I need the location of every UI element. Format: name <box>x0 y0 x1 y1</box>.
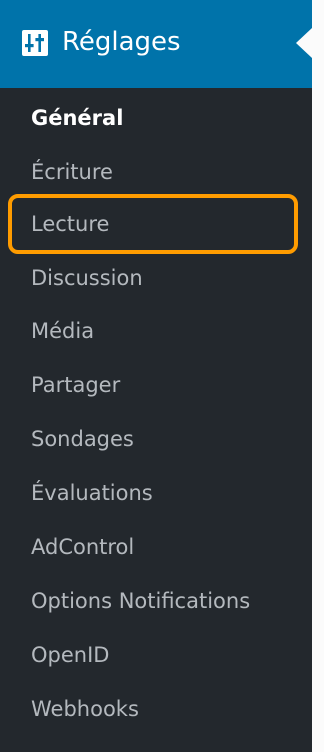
submenu-item-media[interactable]: Média <box>0 304 312 358</box>
submenu-item-discussion[interactable]: Discussion <box>0 251 312 305</box>
admin-sidebar-panel: Réglages Général Écriture Lecture Discus… <box>0 0 324 752</box>
submenu-item-webhooks[interactable]: Webhooks <box>0 682 312 736</box>
submenu-item-sharing[interactable]: Partager <box>0 358 312 412</box>
submenu-item-polls[interactable]: Sondages <box>0 412 312 466</box>
submenu-item-label: Lecture <box>31 212 110 236</box>
settings-sliders-icon <box>22 30 48 56</box>
submenu-item-label: Écriture <box>31 160 113 184</box>
settings-menu-header[interactable]: Réglages <box>0 0 312 88</box>
submenu-item-label: Général <box>31 106 124 130</box>
submenu-item-label: Discussion <box>31 266 143 290</box>
current-menu-arrow-icon <box>296 28 312 58</box>
submenu-item-label: Média <box>31 319 95 343</box>
submenu-item-writing[interactable]: Écriture <box>0 145 312 199</box>
submenu-item-label: Options Notifications <box>31 589 251 613</box>
submenu-item-openid[interactable]: OpenID <box>0 628 312 682</box>
submenu-item-general[interactable]: Général <box>0 91 312 145</box>
submenu-item-label: Sondages <box>31 427 134 451</box>
submenu-item-label: Partager <box>31 373 121 397</box>
submenu-item-notification-options[interactable]: Options Notifications <box>0 574 312 628</box>
submenu-item-label: OpenID <box>31 643 110 667</box>
submenu-item-label: Évaluations <box>31 481 153 505</box>
submenu-item-adcontrol[interactable]: AdControl <box>0 520 312 574</box>
settings-menu-title: Réglages <box>62 27 181 57</box>
submenu-item-ratings[interactable]: Évaluations <box>0 466 312 520</box>
submenu-item-label: Webhooks <box>31 697 139 721</box>
settings-submenu: Réglages Général Écriture Lecture Discus… <box>0 0 312 752</box>
submenu-item-reading[interactable]: Lecture <box>0 197 312 251</box>
submenu-item-label: AdControl <box>31 535 135 559</box>
